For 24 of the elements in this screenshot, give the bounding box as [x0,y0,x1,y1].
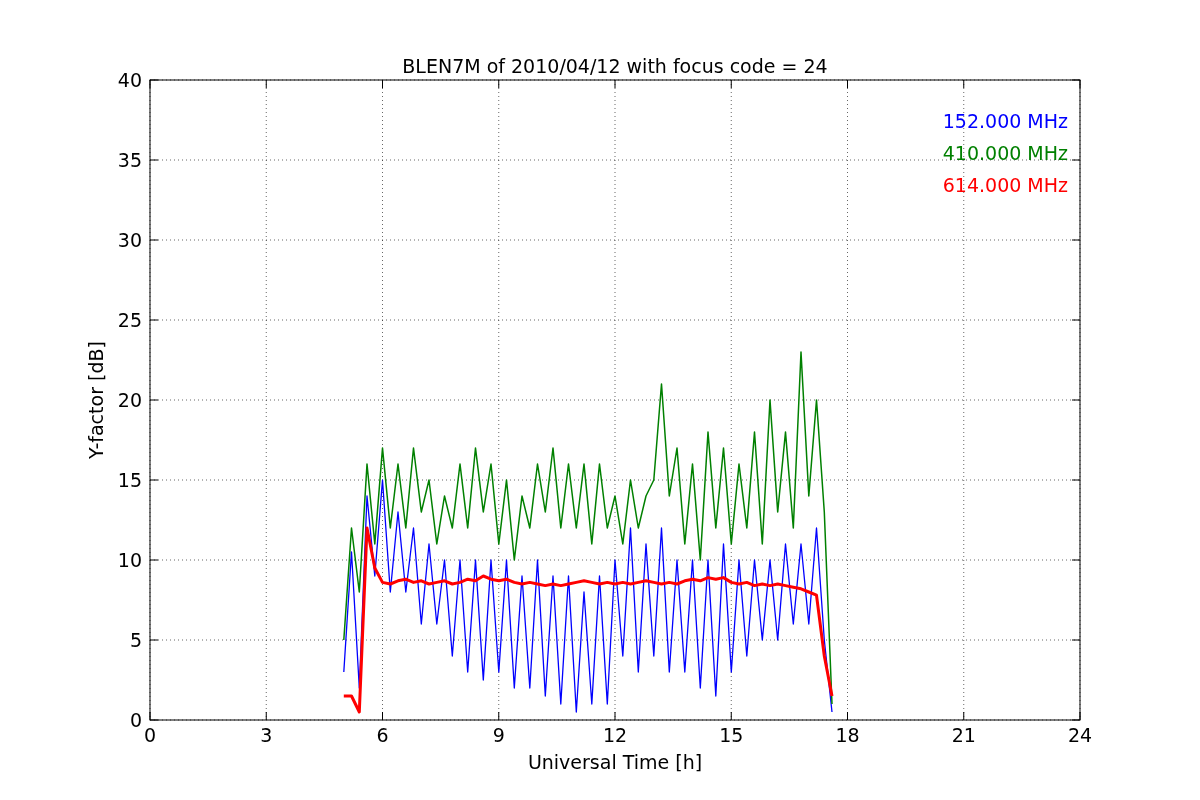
x-tick-label: 3 [260,724,273,746]
y-axis-label: Y-factor [dB] [85,341,107,459]
legend-label: 614.000 MHz [942,174,1068,196]
y-tick-label: 15 [117,469,142,491]
x-tick-label: 15 [719,724,744,746]
y-tick-label: 30 [117,229,142,251]
y-tick-label: 40 [117,69,142,91]
y-tick-label: 35 [117,149,142,171]
chart-title: BLEN7M of 2010/04/12 with focus code = 24 [402,55,828,77]
x-tick-label: 21 [951,724,976,746]
x-tick-label: 6 [376,724,389,746]
legend-label: 152.000 MHz [942,110,1068,132]
x-tick-label: 24 [1067,724,1093,746]
y-tick-label: 5 [129,629,142,651]
x-axis-label: Universal Time [h] [527,751,703,773]
y-tick-label: 0 [129,709,142,731]
legend-label: 410.000 MHz [942,142,1068,164]
x-tick-label: 12 [602,724,628,746]
x-tick-label: 9 [492,724,505,746]
x-tick-label: 0 [143,724,157,746]
y-tick-label: 10 [117,549,142,571]
x-tick-label: 18 [835,724,860,746]
y-tick-label: 20 [117,389,142,411]
y-tick-label: 25 [117,309,142,331]
